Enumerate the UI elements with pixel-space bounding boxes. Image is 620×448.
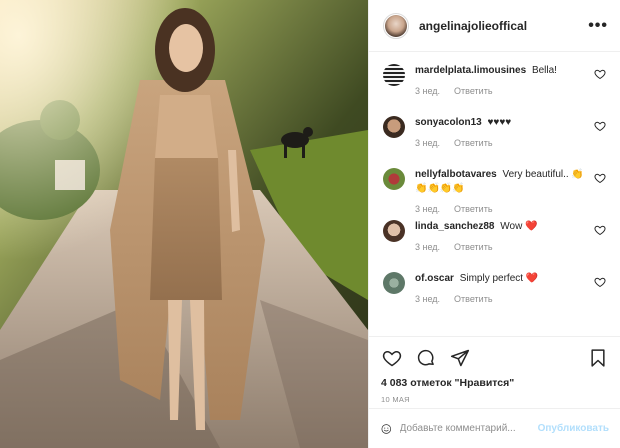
- comment-item: linda_sanchez88 Wow ❤️ 3 нед. Ответить: [369, 214, 620, 266]
- reply-button[interactable]: Ответить: [454, 138, 492, 148]
- add-comment-bar: Опубликовать: [369, 408, 620, 448]
- comment-username[interactable]: nellyfalbotavares: [415, 169, 497, 180]
- comment-body: Bella!: [531, 65, 557, 76]
- more-horizontal-icon[interactable]: •••: [588, 17, 608, 34]
- comment-body: ♥♥♥♥: [487, 117, 512, 128]
- comment-heart-icon[interactable]: [594, 172, 606, 184]
- comment-heart-icon[interactable]: [594, 276, 606, 288]
- heart-icon[interactable]: [381, 347, 403, 369]
- reply-button[interactable]: Ответить: [454, 294, 492, 304]
- comment-avatar[interactable]: [383, 168, 405, 190]
- reply-button[interactable]: Ответить: [454, 242, 492, 252]
- comment-body: Simply perfect ❤️: [459, 273, 539, 284]
- comment-heart-icon[interactable]: [594, 68, 606, 80]
- comment-username[interactable]: linda_sanchez88: [415, 221, 494, 232]
- comment-item: mardelplata.limousines Bella! 3 нед. Отв…: [369, 58, 620, 110]
- comment-text: of.oscar Simply perfect ❤️: [415, 272, 586, 286]
- comment-avatar[interactable]: [383, 64, 405, 86]
- comment-item: nellyfalbotavares Very beautiful.. 👏👏👏👏👏…: [369, 162, 620, 214]
- post-comment-button[interactable]: Опубликовать: [538, 423, 609, 434]
- comment-text: mardelplata.limousines Bella!: [415, 64, 586, 78]
- likes-count[interactable]: 4 083 отметок "Нравится": [381, 377, 609, 389]
- reply-button[interactable]: Ответить: [454, 86, 492, 96]
- emoji-icon[interactable]: [381, 419, 392, 439]
- comment-heart-icon[interactable]: [594, 120, 606, 132]
- comment-username[interactable]: sonyacolon13: [415, 117, 482, 128]
- comment-heart-icon[interactable]: [594, 224, 606, 236]
- share-icon[interactable]: [449, 347, 471, 369]
- comment-text: sonyacolon13 ♥♥♥♥: [415, 116, 586, 130]
- author-username[interactable]: angelinajolieoffical: [419, 19, 588, 33]
- comment-meta: 3 нед. Ответить: [415, 294, 586, 304]
- comment-text: linda_sanchez88 Wow ❤️: [415, 220, 586, 234]
- comment-meta: 3 нед. Ответить: [415, 86, 586, 96]
- comment-username[interactable]: mardelplata.limousines: [415, 65, 526, 76]
- action-bar: [381, 345, 609, 371]
- reply-button[interactable]: Ответить: [454, 204, 492, 214]
- comment-item: sonyacolon13 ♥♥♥♥ 3 нед. Ответить: [369, 110, 620, 162]
- comment-time[interactable]: 3 нед.: [415, 294, 440, 304]
- comment-body: Wow ❤️: [500, 221, 538, 232]
- post-photo[interactable]: [0, 0, 368, 448]
- comment-text: nellyfalbotavares Very beautiful.. 👏👏👏👏👏: [415, 168, 586, 196]
- post-date[interactable]: 10 мая: [381, 395, 609, 404]
- post-header: angelinajolieoffical •••: [369, 0, 620, 52]
- post-sidebar: angelinajolieoffical ••• mardelplata.lim…: [368, 0, 620, 448]
- comment-avatar[interactable]: [383, 220, 405, 242]
- post-actions: 4 083 отметок "Нравится" 10 мая: [369, 336, 620, 404]
- comment-time[interactable]: 3 нед.: [415, 86, 440, 96]
- post-photo-image: [0, 0, 368, 448]
- comment-avatar[interactable]: [383, 116, 405, 138]
- bookmark-icon[interactable]: [587, 347, 609, 369]
- comment-item: of.oscar Simply perfect ❤️ 3 нед. Ответи…: [369, 266, 620, 318]
- comment-meta: 3 нед. Ответить: [415, 138, 586, 148]
- comment-meta: 3 нед. Ответить: [415, 242, 586, 252]
- comment-time[interactable]: 3 нед.: [415, 138, 440, 148]
- comment-time[interactable]: 3 нед.: [415, 204, 440, 214]
- comment-input[interactable]: [399, 423, 532, 434]
- author-avatar[interactable]: [383, 12, 409, 39]
- comment-icon[interactable]: [415, 347, 437, 369]
- comment-avatar[interactable]: [383, 272, 405, 294]
- comment-time[interactable]: 3 нед.: [415, 242, 440, 252]
- author-avatar-image: [385, 14, 407, 37]
- comments-list[interactable]: mardelplata.limousines Bella! 3 нед. Отв…: [369, 52, 620, 335]
- comment-username[interactable]: of.oscar: [415, 273, 454, 284]
- comment-meta: 3 нед. Ответить: [415, 204, 586, 214]
